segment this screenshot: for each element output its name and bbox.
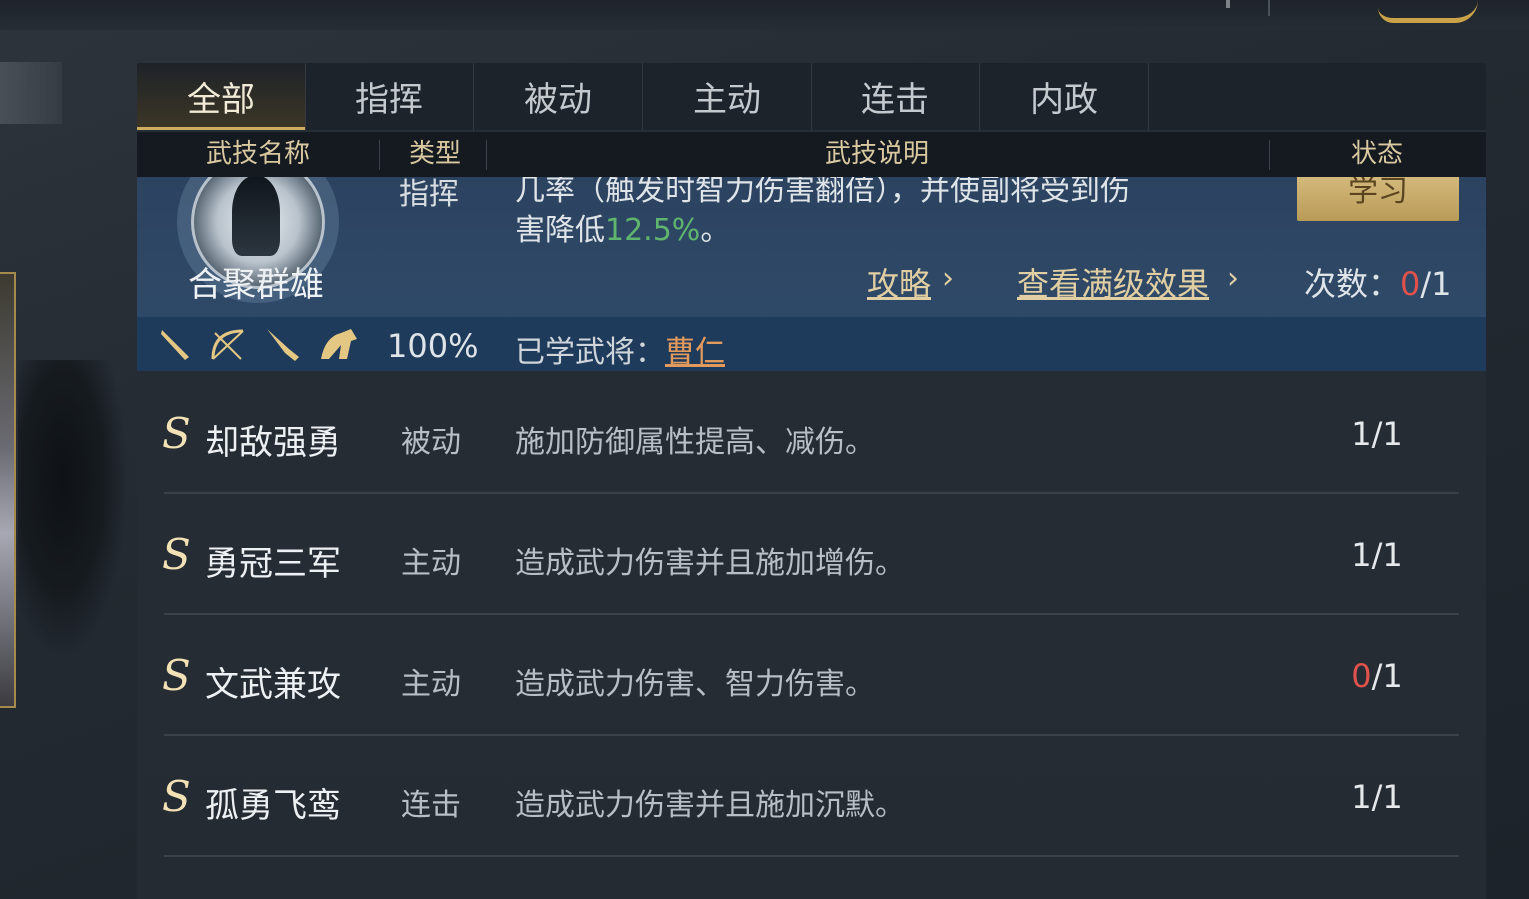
general-portrait[interactable] [0, 272, 16, 708]
skill-name: 却敌强勇 [205, 423, 341, 463]
guide-link[interactable]: 攻略 [867, 259, 931, 305]
tab-all[interactable]: 全部 [137, 63, 306, 130]
chevron-right-icon[interactable]: › [1227, 261, 1239, 296]
skill-name: 孤勇飞鸾 [205, 786, 341, 826]
grade-badge: S [162, 409, 191, 458]
desc-text: 害降低 [515, 213, 605, 248]
desc-value: 12.5% [605, 213, 701, 248]
status-used: 0 [1351, 657, 1372, 695]
skill-name: 勇冠三军 [205, 544, 341, 584]
tab-command[interactable]: 指挥 [305, 63, 474, 130]
skill-desc-line: 害降低12.5%。 [515, 205, 730, 249]
desc-text: 。 [700, 213, 731, 248]
skill-desc: 施加防御属性提高、减伤。 [515, 425, 875, 460]
bow-icon [209, 327, 249, 371]
count-label: 次数： [1304, 265, 1401, 303]
skill-row[interactable]: S 孤勇飞鸾 连击 造成武力伤害并且施加沉默。 1/1 [137, 736, 1486, 857]
status-total: /1 [1371, 657, 1403, 695]
horse-icon [317, 327, 361, 371]
tab-combo[interactable]: 连击 [811, 63, 980, 130]
column-type: 类型 [408, 139, 461, 169]
column-desc: 武技说明 [824, 139, 929, 169]
row-divider [164, 855, 1459, 857]
column-divider [379, 140, 380, 170]
column-divider [1269, 140, 1270, 170]
skill-name: 文武兼攻 [205, 665, 341, 705]
skill-panel: 全部 指挥 被动 主动 连击 内政 武技名称 类型 武技说明 状态 合聚群雄 指… [137, 63, 1486, 899]
spear-icon [265, 327, 303, 371]
category-tabs: 全部 指挥 被动 主动 连击 内政 [137, 63, 1486, 130]
success-rate: 100% [387, 327, 479, 365]
column-status: 状态 [1350, 139, 1403, 169]
status-used: 1 [1351, 415, 1372, 453]
skill-status: 1/1 [1337, 415, 1417, 453]
expanded-skill-row[interactable]: 合聚群雄 指挥 几率（触发时智力伤害翻倍），并使副将受到伤 害降低12.5%。 … [137, 177, 1486, 371]
learned-generals: 已学武将：曹仁 [515, 327, 725, 371]
tab-active[interactable]: 主动 [643, 63, 812, 130]
tab-passive[interactable]: 被动 [474, 63, 643, 130]
background-horse-art [18, 360, 128, 660]
skill-status: 1/1 [1337, 536, 1417, 574]
grade-badge: S [162, 651, 191, 700]
skill-status: 1/1 [1337, 778, 1417, 816]
count-total: /1 [1420, 265, 1452, 303]
column-name: 武技名称 [205, 139, 310, 169]
side-emblem-icon [0, 62, 62, 124]
status-total: /1 [1371, 778, 1403, 816]
learned-general-link[interactable]: 曹仁 [665, 335, 725, 370]
learned-label: 已学武将： [515, 335, 665, 370]
skill-row[interactable]: S 勇冠三军 主动 造成武力伤害并且施加增伤。 1/1 [137, 494, 1486, 615]
max-level-link[interactable]: 查看满级效果 [1017, 259, 1209, 305]
game-logo-icon [1378, 0, 1478, 23]
skill-type: 指挥 [399, 177, 459, 212]
learn-button[interactable]: 学习 [1297, 177, 1459, 221]
tab-internal[interactable]: 内政 [980, 63, 1149, 130]
grade-badge: S [162, 530, 191, 579]
skill-row[interactable]: S 文武兼攻 主动 造成武力伤害、智力伤害。 0/1 [137, 615, 1486, 736]
chevron-right-icon[interactable]: › [942, 261, 954, 296]
column-divider [486, 140, 487, 170]
skill-type: 连击 [401, 788, 461, 823]
sword-icon [159, 327, 195, 371]
skill-desc: 造成武力伤害并且施加沉默。 [515, 788, 905, 823]
skill-status: 0/1 [1337, 657, 1417, 695]
status-total: /1 [1371, 415, 1403, 453]
top-bar [0, 0, 1529, 30]
skill-name: 合聚群雄 [188, 265, 324, 305]
skill-desc: 造成武力伤害并且施加增伤。 [515, 546, 905, 581]
status-used: 1 [1351, 778, 1372, 816]
status-used: 1 [1351, 536, 1372, 574]
warrior-silhouette-icon [232, 177, 280, 256]
skill-row[interactable]: S 却敌强勇 被动 施加防御属性提高、减伤。 1/1 [137, 373, 1486, 494]
count-current: 0 [1400, 265, 1421, 303]
skill-type: 主动 [401, 546, 461, 581]
skill-type: 被动 [401, 425, 461, 460]
column-header: 武技名称 类型 武技说明 状态 [137, 132, 1486, 177]
skill-desc: 造成武力伤害、智力伤害。 [515, 667, 875, 702]
top-divider [1268, 0, 1270, 16]
top-indicator [1226, 0, 1230, 8]
status-total: /1 [1371, 536, 1403, 574]
grade-badge: S [162, 772, 191, 821]
usage-count: 次数：0/1 [1304, 259, 1452, 305]
skill-type: 主动 [401, 667, 461, 702]
